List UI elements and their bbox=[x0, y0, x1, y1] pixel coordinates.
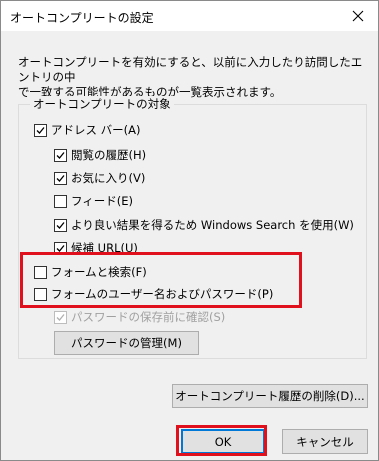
checkmark-icon bbox=[56, 174, 65, 182]
checkbox-box bbox=[54, 218, 67, 232]
description-line-1: オートコンプリートを有効にすると、以前に入力したり訪問したエントリの中 bbox=[18, 55, 363, 84]
checkbox-windows-search[interactable]: より良い結果を得るため Windows Search を使用(W) bbox=[54, 217, 354, 233]
manage-passwords-button[interactable]: パスワードの管理(M) bbox=[54, 331, 199, 355]
checkbox-label: パスワードの保存前に確認(S) bbox=[71, 310, 226, 324]
group-label: オートコンプリートの対象 bbox=[30, 96, 174, 112]
highlight-box-form-options bbox=[20, 252, 302, 308]
checkbox-label: アドレス バー(A) bbox=[51, 123, 141, 137]
highlight-box-ok-button bbox=[176, 425, 267, 456]
checkbox-label: 閲覧の履歴(H) bbox=[71, 148, 147, 162]
checkbox-box bbox=[34, 123, 47, 137]
checkbox-favorites[interactable]: お気に入り(V) bbox=[54, 170, 145, 186]
checkbox-label: より良い結果を得るため Windows Search を使用(W) bbox=[71, 218, 354, 232]
checkbox-address-bar[interactable]: アドレス バー(A) bbox=[34, 122, 141, 138]
close-icon bbox=[352, 10, 364, 22]
delete-autocomplete-history-button[interactable]: オートコンプリート履歴の削除(D)... bbox=[172, 384, 368, 408]
checkmark-icon bbox=[56, 151, 65, 159]
checkbox-box bbox=[54, 194, 67, 208]
close-button[interactable] bbox=[346, 5, 370, 27]
title-bar: オートコンプリートの設定 bbox=[1, 1, 378, 31]
cancel-button[interactable]: キャンセル bbox=[282, 429, 368, 454]
checkmark-icon bbox=[36, 126, 45, 134]
checkbox-box bbox=[54, 310, 67, 324]
checkbox-box bbox=[54, 148, 67, 162]
checkbox-label: フィード(E) bbox=[71, 194, 134, 208]
dialog-title: オートコンプリートの設定 bbox=[10, 11, 154, 25]
checkbox-box bbox=[54, 171, 67, 185]
checkbox-browsing-history[interactable]: 閲覧の履歴(H) bbox=[54, 147, 146, 163]
checkbox-ask-before-saving-passwords[interactable]: パスワードの保存前に確認(S) bbox=[54, 309, 225, 325]
checkmark-icon bbox=[56, 313, 65, 321]
dialog-description: オートコンプリートを有効にすると、以前に入力したり訪問したエントリの中 で一致す… bbox=[18, 55, 368, 100]
autocomplete-settings-dialog: オートコンプリートの設定 オートコンプリートを有効にすると、以前に入力したり訪問… bbox=[0, 0, 379, 461]
checkbox-label: お気に入り(V) bbox=[71, 171, 146, 185]
checkmark-icon bbox=[56, 221, 65, 229]
checkbox-feeds[interactable]: フィード(E) bbox=[54, 193, 133, 209]
